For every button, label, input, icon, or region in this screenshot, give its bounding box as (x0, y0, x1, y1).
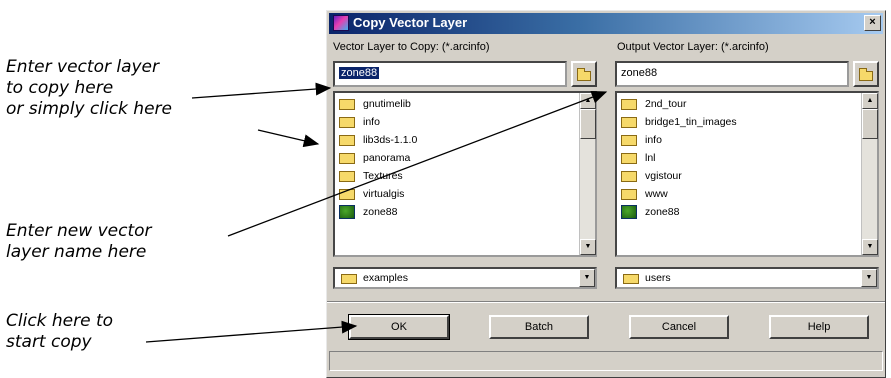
arrow-to-ok-button (145, 320, 358, 343)
callout-arrows (145, 82, 608, 343)
arrow-to-output-field (227, 91, 608, 237)
arrow-to-browse-button (257, 129, 320, 148)
arrow-to-input-field (191, 82, 332, 99)
